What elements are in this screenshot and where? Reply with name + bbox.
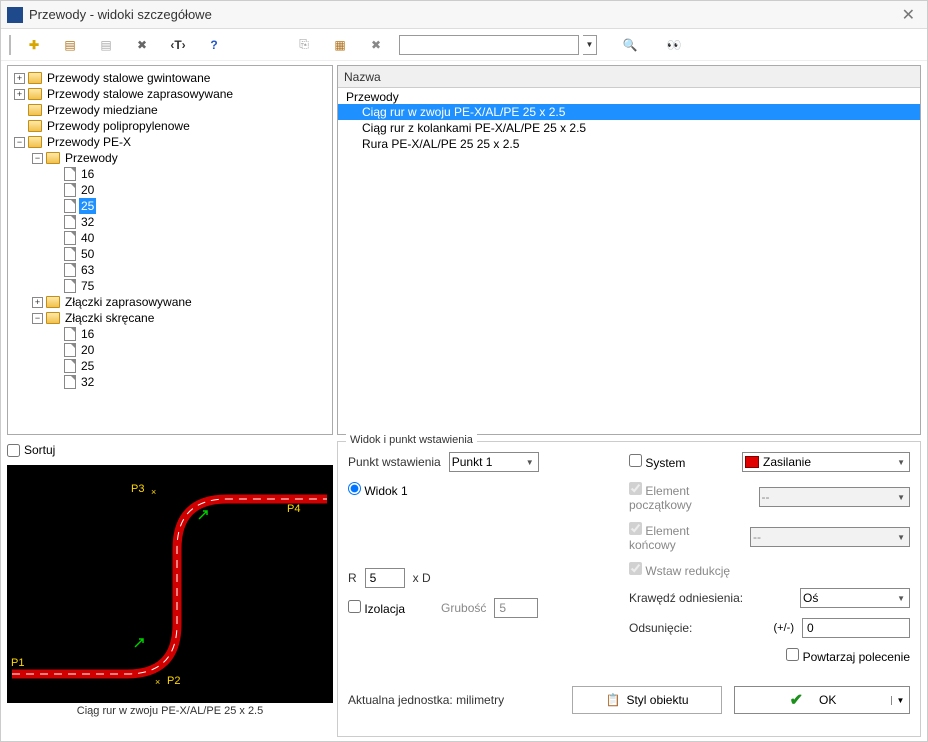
- tree-leaf[interactable]: 25: [48, 358, 330, 374]
- tools-icon[interactable]: ✖: [131, 34, 153, 56]
- tree-leaf[interactable]: 63: [48, 262, 330, 278]
- tree-item[interactable]: +Złączki zaprasowywane: [30, 294, 330, 310]
- izolacja-check[interactable]: Izolacja: [348, 600, 405, 616]
- insert-point-label: Punkt wstawienia: [348, 455, 441, 469]
- krawedz-select[interactable]: Oś▼: [800, 588, 910, 608]
- tree-leaf[interactable]: 16: [48, 166, 330, 182]
- help-icon[interactable]: ?: [203, 34, 225, 56]
- tree-pane[interactable]: +Przewody stalowe gwintowane +Przewody s…: [7, 65, 333, 435]
- wstaw-redukcje-check: Wstaw redukcję: [629, 562, 730, 578]
- style-icon: 📋: [606, 693, 621, 707]
- krawedz-label: Krawędź odniesienia:: [629, 591, 743, 605]
- tree-leaf[interactable]: 75: [48, 278, 330, 294]
- ok-button[interactable]: ✔OK ▼: [734, 686, 910, 714]
- element-pocz-select: --▼: [759, 487, 910, 507]
- toolbar-grip: [9, 35, 15, 55]
- point-p3: P3: [131, 483, 144, 495]
- paste-icon[interactable]: ▦: [329, 34, 351, 56]
- color-swatch-icon: [745, 456, 759, 468]
- tree-leaf[interactable]: 32: [48, 214, 330, 230]
- list-item[interactable]: Ciąg rur z kolankami PE-X/AL/PE 25 x 2.5: [338, 120, 920, 136]
- doc2-icon[interactable]: ▤: [95, 34, 117, 56]
- list-group[interactable]: Przewody: [338, 90, 920, 104]
- copy-icon[interactable]: ⎘: [293, 34, 315, 56]
- tree-item[interactable]: Przewody miedziane: [12, 102, 330, 118]
- styl-obiektu-button[interactable]: 📋 Styl obiektu: [572, 686, 722, 714]
- search-input[interactable]: [399, 35, 579, 55]
- insert-point-select[interactable]: Punkt 1▼: [449, 452, 539, 472]
- powtarzaj-check[interactable]: Powtarzaj polecenie: [786, 648, 910, 664]
- titlebar: Przewody - widoki szczegółowe ✕: [1, 1, 927, 29]
- tree: +Przewody stalowe gwintowane +Przewody s…: [8, 66, 332, 394]
- app-icon: [7, 7, 23, 23]
- tree-item[interactable]: +Przewody stalowe zaprasowywane: [12, 86, 330, 102]
- tree-item[interactable]: −Przewody PE-X: [12, 134, 330, 150]
- tree-leaf[interactable]: 20: [48, 182, 330, 198]
- binoculars-icon[interactable]: 👀: [663, 34, 685, 56]
- tree-leaf[interactable]: 50: [48, 246, 330, 262]
- view1-radio[interactable]: Widok 1: [348, 482, 408, 498]
- unit-label: Aktualna jednostka: milimetry: [348, 693, 504, 707]
- options-group: Widok i punkt wstawienia Punkt wstawieni…: [337, 441, 921, 737]
- r-input[interactable]: [365, 568, 405, 588]
- point-p2: P2: [167, 675, 180, 687]
- preview-canvas: P1 P2 × P3 × P4: [7, 465, 333, 703]
- tree-leaf[interactable]: 32: [48, 374, 330, 390]
- tree-leaf[interactable]: 20: [48, 342, 330, 358]
- preview-caption: Ciąg rur w zwoju PE-X/AL/PE 25 x 2.5: [7, 703, 333, 719]
- odsuniecie-label: Odsunięcie:: [629, 621, 692, 635]
- grubosc-input: [494, 598, 538, 618]
- tree-leaf-selected[interactable]: 25: [48, 198, 330, 214]
- tree-item[interactable]: +Przewody stalowe gwintowane: [12, 70, 330, 86]
- search-icon[interactable]: 🔍: [619, 34, 641, 56]
- system-check[interactable]: System: [629, 454, 685, 470]
- list-item[interactable]: Rura PE-X/AL/PE 25 25 x 2.5: [338, 136, 920, 152]
- window-title: Przewody - widoki szczegółowe: [29, 7, 896, 22]
- point-p1: P1: [11, 657, 24, 669]
- tree-item[interactable]: Przewody polipropylenowe: [12, 118, 330, 134]
- doc-icon[interactable]: ▤: [59, 34, 81, 56]
- list-item[interactable]: Ciąg rur w zwoju PE-X/AL/PE 25 x 2.5: [338, 104, 920, 120]
- add-icon[interactable]: ✚: [23, 34, 45, 56]
- element-koncowy-check: Element końcowy: [629, 522, 734, 552]
- flow-arrow-icon: [133, 635, 147, 649]
- odsuniecie-input[interactable]: [802, 618, 910, 638]
- pipe-path-svg: [7, 465, 333, 703]
- grubosc-label: Grubość: [441, 601, 486, 615]
- system-select[interactable]: Zasilanie▼: [742, 452, 910, 472]
- sort-label: Sortuj: [24, 443, 55, 457]
- preview-panel: P1 P2 × P3 × P4 Ciąg rur w zwoju PE-X/AL…: [7, 465, 333, 719]
- sort-checkbox[interactable]: [7, 444, 20, 457]
- text-icon[interactable]: ‹T›: [167, 34, 189, 56]
- toolbar: ✚ ▤ ▤ ✖ ‹T› ? ⎘ ▦ ✖ ▼ 🔍 👀: [1, 29, 927, 61]
- tree-item[interactable]: −Złączki skręcane: [30, 310, 330, 326]
- point-p4: P4: [287, 503, 300, 515]
- ok-dropdown[interactable]: ▼: [891, 696, 909, 705]
- check-icon: ✔: [790, 690, 803, 710]
- element-poczatkowy-check: Element początkowy: [629, 482, 743, 512]
- element-konc-select: --▼: [750, 527, 910, 547]
- flow-arrow-icon: [197, 507, 211, 521]
- close-icon[interactable]: ✕: [896, 5, 921, 25]
- tree-leaf[interactable]: 40: [48, 230, 330, 246]
- r-label: R: [348, 571, 357, 585]
- list-pane[interactable]: Nazwa Przewody Ciąg rur w zwoju PE-X/AL/…: [337, 65, 921, 435]
- delete-icon[interactable]: ✖: [365, 34, 387, 56]
- tree-item[interactable]: −Przewody: [30, 150, 330, 166]
- group-legend: Widok i punkt wstawienia: [346, 434, 477, 446]
- search-dropdown[interactable]: ▼: [583, 35, 597, 55]
- tree-leaf[interactable]: 16: [48, 326, 330, 342]
- sort-row: Sortuj: [7, 441, 333, 459]
- list-header[interactable]: Nazwa: [338, 66, 920, 88]
